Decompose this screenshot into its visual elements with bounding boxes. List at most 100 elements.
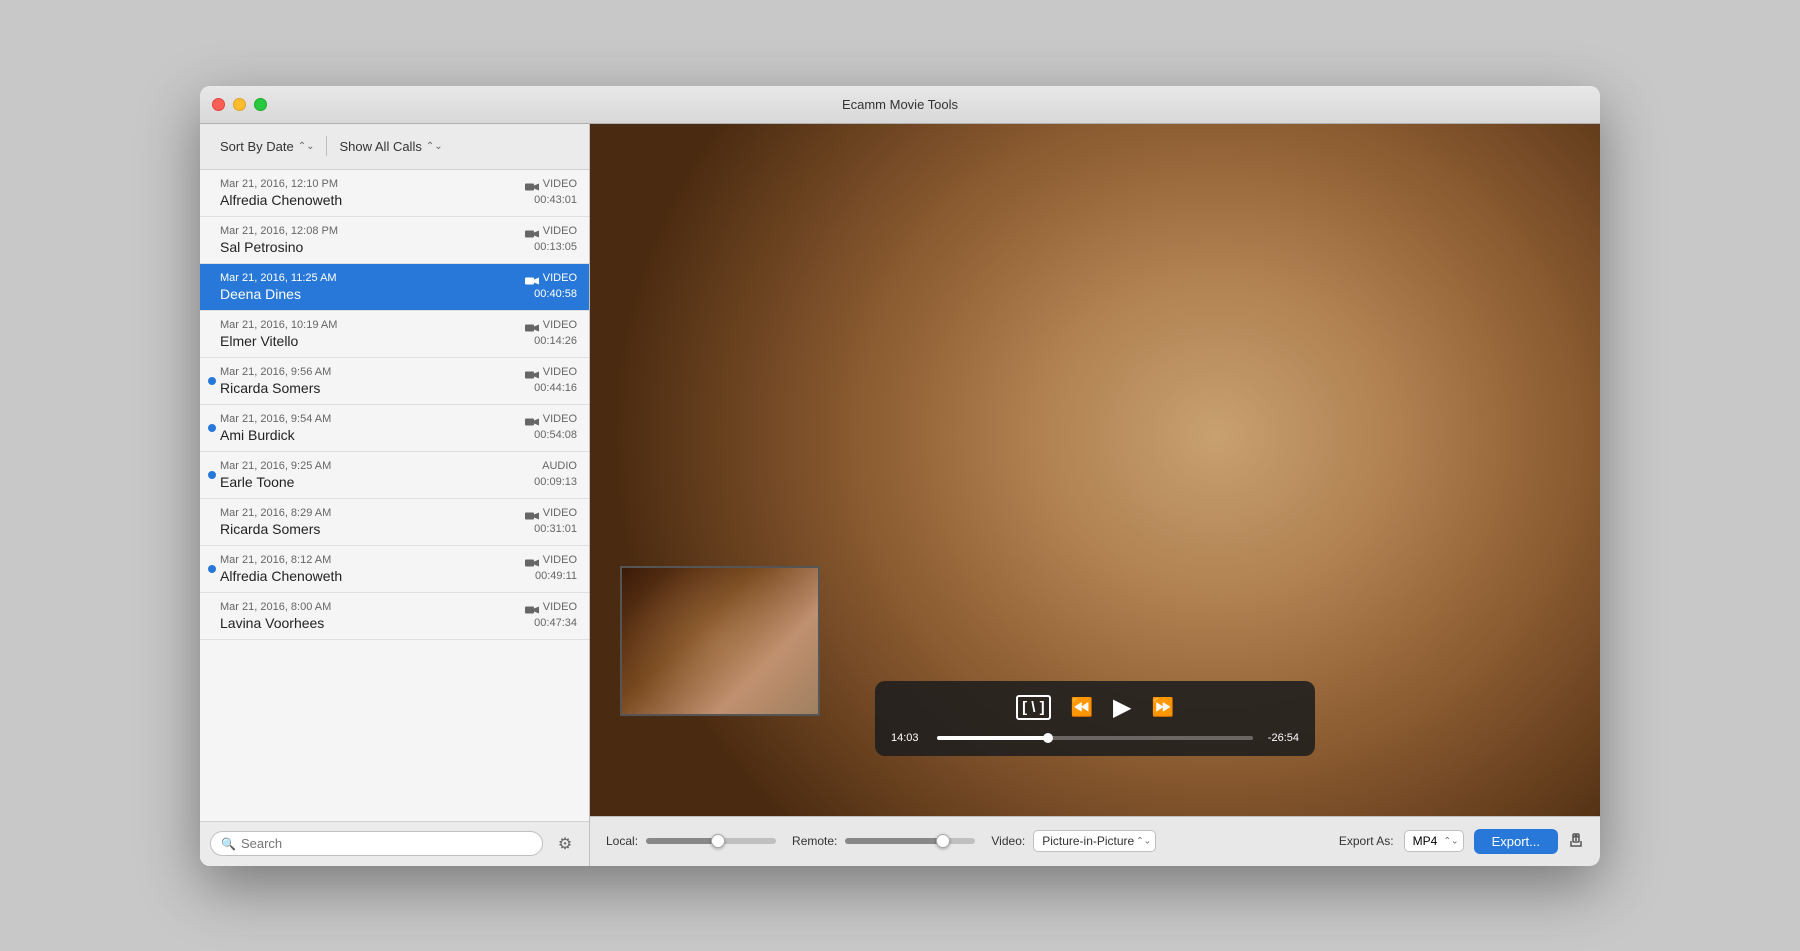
progress-fill: [937, 736, 1048, 740]
in-out-button[interactable]: [ \ ]: [1016, 695, 1051, 720]
call-date: Mar 21, 2016, 12:08 PM: [220, 225, 338, 237]
call-type: VIDEO: [543, 601, 577, 613]
call-item[interactable]: Mar 21, 2016, 9:54 AM VIDEOAmi Burdick00…: [200, 405, 589, 452]
call-item[interactable]: Mar 21, 2016, 11:25 AM VIDEO Deena Dines 0…: [200, 264, 589, 311]
progress-thumb: [1043, 733, 1053, 743]
pip-overlay: [622, 568, 818, 714]
remote-fill: [845, 838, 943, 844]
local-label: Local:: [606, 834, 638, 848]
call-date: Mar 21, 2016, 11:25 AM: [220, 272, 337, 284]
call-name: Alfredia Chenoweth: [220, 568, 342, 584]
call-type: VIDEO: [543, 507, 577, 519]
call-date: Mar 21, 2016, 9:54 AM: [220, 413, 331, 425]
unread-dot: [208, 377, 216, 385]
search-input[interactable]: [241, 836, 532, 851]
bottom-bar: Local: Remote: Video:: [590, 816, 1600, 866]
local-thumb: [711, 834, 725, 848]
remote-thumb: [936, 834, 950, 848]
call-type: VIDEO: [543, 272, 577, 284]
call-duration: 00:54:08: [534, 429, 577, 441]
search-bar: 🔍 ⚙: [200, 821, 589, 866]
call-duration: 00:47:34: [534, 617, 577, 629]
call-duration: 00:14:26: [534, 335, 577, 347]
show-label: Show All Calls: [339, 139, 421, 154]
player-controls: [ \ ] ⏪ ▶ ⏩ 14:03 -26:54: [875, 681, 1315, 756]
search-icon: 🔍: [221, 837, 236, 851]
export-group: Export As: MP4 MOV M4A Export...: [1339, 829, 1584, 854]
video-main: [ \ ] ⏪ ▶ ⏩ 14:03 -26:54: [590, 124, 1600, 816]
call-type: VIDEO: [543, 178, 577, 190]
video-mode-select[interactable]: Picture-in-Picture Side by Side Main Onl…: [1033, 830, 1156, 852]
call-name: Ami Burdick: [220, 427, 295, 443]
main-content: Sort By Date ⌃⌄ Show All Calls ⌃⌄ Mar 21…: [200, 124, 1600, 866]
video-call-icon: [525, 273, 539, 283]
call-item[interactable]: Mar 21, 2016, 10:19 AM VIDEOElmer Vitell…: [200, 311, 589, 358]
video-label: Video:: [991, 834, 1025, 848]
video-call-icon: [525, 508, 539, 518]
close-button[interactable]: [212, 98, 225, 111]
call-duration: 00:43:01: [534, 194, 577, 206]
video-call-icon: [525, 179, 539, 189]
call-duration: 00:49:11: [535, 570, 577, 582]
play-button[interactable]: ▶: [1113, 693, 1131, 722]
show-all-calls-button[interactable]: Show All Calls ⌃⌄: [329, 134, 452, 159]
call-duration: 00:40:58: [534, 288, 577, 300]
rewind-button[interactable]: ⏪: [1071, 697, 1093, 718]
progress-row: 14:03 -26:54: [891, 732, 1299, 744]
video-mode-select-wrap: Picture-in-Picture Side by Side Main Onl…: [1033, 830, 1156, 852]
fastforward-button[interactable]: ⏩: [1151, 697, 1173, 718]
toolbar-divider: [326, 136, 327, 156]
export-as-label: Export As:: [1339, 834, 1394, 848]
window-title: Ecamm Movie Tools: [842, 97, 958, 112]
unread-dot: [208, 471, 216, 479]
call-date: Mar 21, 2016, 8:00 AM: [220, 601, 331, 613]
sort-by-date-button[interactable]: Sort By Date ⌃⌄: [210, 134, 324, 159]
call-duration: 00:09:13: [534, 476, 577, 488]
remote-volume-slider[interactable]: [845, 838, 975, 844]
export-format-select[interactable]: MP4 MOV M4A: [1404, 830, 1464, 852]
call-type: AUDIO: [542, 460, 577, 472]
progress-track[interactable]: [937, 736, 1253, 740]
call-name: Sal Petrosino: [220, 239, 303, 255]
video-call-icon: [525, 367, 539, 377]
call-name: Earle Toone: [220, 474, 294, 490]
call-item[interactable]: Mar 21, 2016, 12:08 PM VIDEOSal Petrosin…: [200, 217, 589, 264]
call-date: Mar 21, 2016, 12:10 PM: [220, 178, 338, 190]
call-duration: 00:31:01: [534, 523, 577, 535]
call-item[interactable]: Mar 21, 2016, 9:56 AM VIDEORicarda Somer…: [200, 358, 589, 405]
call-name: Lavina Voorhees: [220, 615, 324, 631]
calls-list: Mar 21, 2016, 12:10 PM VIDEO Alfredia Che…: [200, 170, 589, 821]
call-type: VIDEO: [543, 554, 577, 566]
call-date: Mar 21, 2016, 9:56 AM: [220, 366, 331, 378]
share-button[interactable]: [1568, 833, 1584, 849]
call-type: VIDEO: [543, 366, 577, 378]
call-item[interactable]: Mar 21, 2016, 9:25 AM AUDIO Earle Toone 00:…: [200, 452, 589, 499]
call-date: Mar 21, 2016, 10:19 AM: [220, 319, 337, 331]
remote-label: Remote:: [792, 834, 837, 848]
call-item[interactable]: Mar 21, 2016, 12:10 PM VIDEOAlfredia Che…: [200, 170, 589, 217]
call-name: Ricarda Somers: [220, 521, 320, 537]
call-date: Mar 21, 2016, 9:25 AM: [220, 460, 331, 472]
call-item[interactable]: Mar 21, 2016, 8:29 AM VIDEORicarda Somer…: [200, 499, 589, 546]
time-remaining: -26:54: [1261, 732, 1299, 744]
export-button[interactable]: Export...: [1474, 829, 1558, 854]
video-mode-group: Video: Picture-in-Picture Side by Side M…: [991, 830, 1156, 852]
settings-button[interactable]: ⚙: [551, 830, 579, 858]
unread-dot: [208, 565, 216, 573]
call-name: Elmer Vitello: [220, 333, 298, 349]
sort-chevron-icon: ⌃⌄: [298, 141, 315, 152]
unread-dot: [208, 424, 216, 432]
time-current: 14:03: [891, 732, 929, 744]
local-volume-slider[interactable]: [646, 838, 776, 844]
controls-buttons: [ \ ] ⏪ ▶ ⏩: [891, 693, 1299, 722]
show-chevron-icon: ⌃⌄: [426, 141, 443, 152]
export-format-select-wrap: MP4 MOV M4A: [1404, 830, 1464, 852]
call-name: Deena Dines: [220, 286, 301, 302]
call-item[interactable]: Mar 21, 2016, 8:00 AM VIDEO Lavina Voorhe…: [200, 593, 589, 640]
call-item[interactable]: Mar 21, 2016, 8:12 AM VIDEOAlfredia Chen…: [200, 546, 589, 593]
minimize-button[interactable]: [233, 98, 246, 111]
video-call-icon: [525, 226, 539, 236]
local-fill: [646, 838, 718, 844]
call-duration: 00:13:05: [534, 241, 577, 253]
fullscreen-button[interactable]: [254, 98, 267, 111]
